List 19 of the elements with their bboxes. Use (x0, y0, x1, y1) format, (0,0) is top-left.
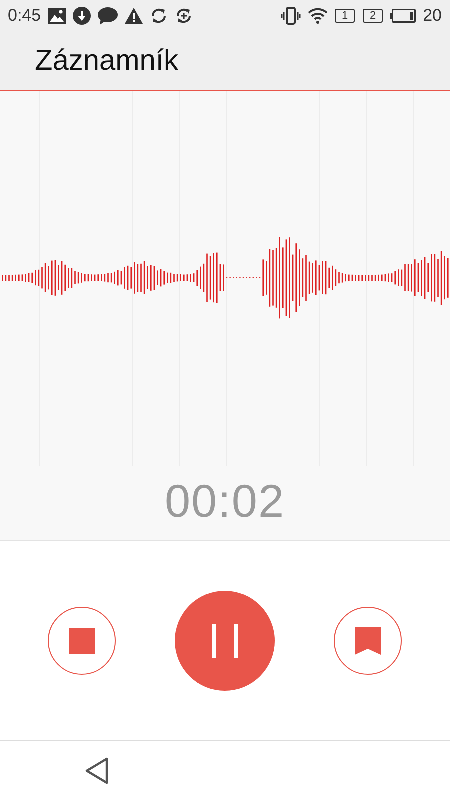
vibrate-icon (281, 7, 302, 25)
sim-card-icon: 1 (335, 9, 356, 23)
back-button[interactable] (84, 756, 110, 784)
chat-bubble-icon (98, 7, 118, 25)
sync-icon (175, 7, 194, 25)
bookmark-icon (355, 626, 381, 654)
pause-icon (212, 624, 238, 658)
download-icon (73, 7, 92, 25)
app-title: Záznamník (35, 44, 178, 78)
battery-level: 20 (423, 6, 442, 26)
battery-icon (390, 9, 416, 23)
elapsed-time: 00:02 (164, 474, 286, 528)
sync-icon (150, 7, 168, 25)
image-icon (48, 8, 66, 24)
clock-time: 0:45 (8, 6, 42, 26)
warning-icon (125, 8, 144, 24)
wifi-icon (308, 8, 328, 24)
sim-card-icon: 2 (363, 9, 384, 23)
stop-icon (69, 628, 95, 654)
